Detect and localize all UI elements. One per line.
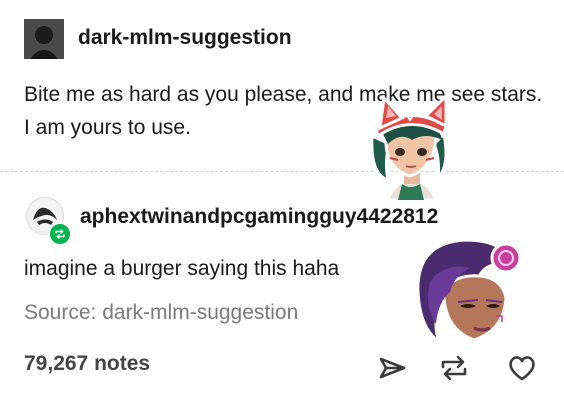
reblog-badge-icon [48, 222, 72, 246]
notes-count[interactable]: 79,267 notes [24, 352, 150, 376]
overwatch-character-sticker-icon [416, 238, 522, 347]
user-avatar-dark-mlm-suggestion[interactable] [24, 19, 64, 59]
username-aphextwin[interactable]: aphextwinandpcgamingguy4422812 [80, 205, 438, 229]
overwatch-character-sticker-icon [370, 92, 448, 202]
source-link[interactable]: Source: dark-mlm-suggestion [24, 301, 298, 325]
reblog-icon [441, 355, 467, 381]
username-dark-mlm-suggestion[interactable]: dark-mlm-suggestion [78, 26, 292, 50]
dark-silhouette-avatar-icon [24, 19, 64, 59]
tumblr-post: dark-mlm-suggestion Bite me as hard as y… [0, 0, 564, 400]
share-button[interactable] [376, 352, 408, 384]
post-body-text: Bite me as hard as you please, and make … [24, 83, 543, 139]
heart-icon [509, 356, 535, 381]
reblog-divider [0, 171, 564, 172]
send-arrow-icon [379, 357, 406, 379]
reblog-button[interactable] [438, 352, 470, 384]
like-button[interactable] [506, 352, 538, 384]
kiriko-sticker [354, 88, 466, 202]
sombra-sticker [410, 232, 526, 347]
reblog-comment-text: imagine a burger saying this haha [24, 257, 340, 280]
